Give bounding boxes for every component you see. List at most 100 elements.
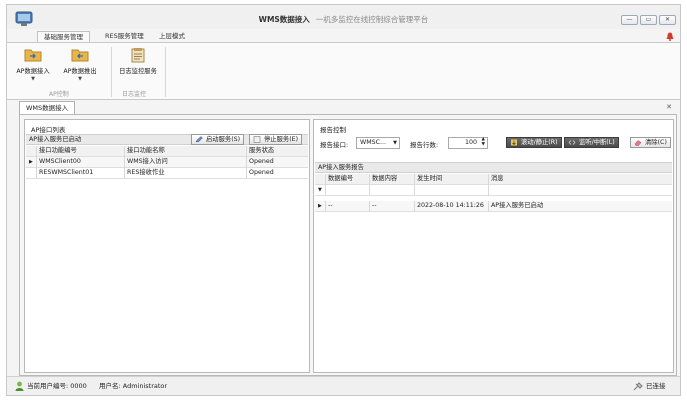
listen-interrupt-button[interactable]: 监听/中断(L): [564, 137, 619, 148]
folder-export-icon: [71, 49, 89, 62]
menu-tab-res-service[interactable]: RES服务管理: [99, 31, 150, 42]
column-divider: [369, 185, 370, 196]
column-divider: [124, 168, 125, 179]
stop-service-label: 停止服务(E): [264, 136, 299, 143]
cell-name: WMS接入访问: [127, 158, 168, 165]
ap-data-import-label: AP数据接入: [16, 68, 50, 75]
report-control-title: 报告控制: [320, 126, 346, 134]
stop-icon: [253, 136, 261, 143]
column-divider: [488, 185, 489, 196]
table-header: 数据编号 数据内容 发生时间 消息: [315, 174, 672, 185]
row-indicator-icon: ▶: [318, 203, 322, 209]
report-rows-value: 100: [464, 139, 477, 146]
scroll-pause-button[interactable]: 滚动/静止(R): [506, 137, 562, 148]
cell-number: --: [328, 202, 333, 209]
filter-row[interactable]: ▼: [315, 185, 672, 196]
column-header-status[interactable]: 服务状态: [249, 146, 274, 156]
cell-id: RESWMSClient01: [39, 169, 94, 176]
alarm-bell-icon[interactable]: [666, 32, 674, 41]
user-icon: [15, 381, 24, 391]
listen-icon: [568, 140, 576, 145]
window-subtitle: 一机多监控在线控制综合管理平台: [315, 15, 429, 24]
tab-wms-data-import[interactable]: WMS数据接入: [19, 101, 76, 114]
report-interface-select[interactable]: WMSC... ▼: [356, 137, 400, 149]
column-divider: [246, 168, 247, 179]
window-title: WMS数据接入 一机多监控在线控制综合管理平台: [7, 14, 680, 25]
group-divider: [165, 47, 166, 97]
report-rows-label: 报告行数:: [410, 141, 439, 149]
column-header-number[interactable]: 数据编号: [328, 174, 353, 184]
maximize-button[interactable]: ▭: [640, 15, 657, 25]
menu-tab-upper-mode[interactable]: 上层模式: [153, 31, 191, 42]
ribbon-toolbar: AP数据接入 ▼ AP数据推出 ▼ 日志监控服务 AP控制 日志监控: [7, 42, 680, 100]
close-window-button[interactable]: ✕: [659, 15, 676, 25]
table-row[interactable]: RESWMSClient01 RES接收作业 Opened: [26, 168, 308, 179]
ribbon-group-ap-control: AP控制: [49, 91, 69, 98]
close-tab-icon[interactable]: ✕: [666, 103, 672, 111]
filter-icon: ▼: [318, 187, 322, 193]
report-control-panel: 报告控制 报告接口: WMSC... ▼ 报告行数: 100 ▲ ▼ 滚动/静止(…: [313, 119, 674, 373]
ap-data-import-button[interactable]: AP数据接入 ▼: [13, 47, 53, 82]
window-title-text: WMS数据接入: [258, 15, 310, 24]
column-header-name[interactable]: 接口功能名称: [127, 146, 165, 156]
log-monitor-service-button[interactable]: 日志监控服务: [115, 47, 161, 75]
cell-name: RES接收作业: [127, 169, 165, 176]
title-bar: WMS数据接入 一机多监控在线控制综合管理平台 — ▭ ✕: [7, 5, 680, 29]
report-rows-stepper[interactable]: 100 ▲ ▼: [448, 137, 488, 149]
connection-status: 已连接: [646, 382, 666, 390]
scroll-icon: [511, 139, 517, 146]
spin-arrows-icon[interactable]: ▲ ▼: [482, 137, 485, 147]
column-divider: [124, 157, 125, 168]
table-row[interactable]: ▶ WMSClient00 WMS接入访问 Opened: [26, 157, 308, 168]
column-divider: [246, 157, 247, 168]
clear-button[interactable]: 清除(C): [630, 137, 671, 148]
ap-data-export-button[interactable]: AP数据推出 ▼: [59, 47, 101, 82]
cell-message: AP接入服务已启动: [491, 202, 544, 209]
report-list-title-bar: AP接入服务报告: [315, 162, 672, 173]
log-monitor-service-label: 日志监控服务: [119, 68, 157, 75]
clear-label: 清除(C): [645, 139, 667, 146]
cell-status: Opened: [249, 169, 274, 176]
column-divider: [246, 146, 247, 157]
column-header-message[interactable]: 消息: [491, 174, 504, 184]
column-header-time[interactable]: 发生时间: [417, 174, 442, 184]
start-service-button[interactable]: 启动服务(S): [191, 134, 245, 145]
column-header-id[interactable]: 接口功能编号: [39, 146, 77, 156]
report-interface-value: WMSC...: [360, 139, 387, 146]
column-divider: [36, 157, 37, 168]
chevron-down-icon: ▼: [78, 76, 82, 82]
application-window: WMS数据接入 一机多监控在线控制综合管理平台 — ▭ ✕ 基础服务管理 RES服…: [6, 4, 681, 396]
cell-time: 2022-08-10 14:11:26: [417, 202, 484, 209]
status-bar: 当前用户编号: 0000 用户名: Administrator 已连接: [7, 376, 680, 395]
column-divider: [488, 174, 489, 185]
log-monitor-icon: [131, 48, 145, 63]
chevron-down-icon: ▼: [393, 140, 397, 146]
table-row[interactable]: ▶ -- -- 2022-08-10 14:11:26 AP接入服务已启动: [315, 201, 672, 212]
column-divider: [488, 201, 489, 212]
minimize-button[interactable]: —: [621, 15, 638, 25]
column-divider: [369, 174, 370, 185]
column-divider: [325, 185, 326, 196]
scroll-pause-label: 滚动/静止(R): [521, 139, 558, 146]
menu-bar: 基础服务管理 RES服务管理 上层模式: [7, 30, 680, 42]
report-list-title: AP接入服务报告: [318, 164, 364, 171]
column-divider: [325, 174, 326, 185]
document-area: AP接口列表 AP接入服务已启动 启动服务(S) 停止服务(E) 接口功能编号 …: [19, 114, 677, 376]
ap-data-export-label: AP数据推出: [63, 68, 97, 75]
stop-service-button[interactable]: 停止服务(E): [249, 134, 303, 145]
cell-id: WMSClient00: [39, 158, 81, 165]
column-divider: [36, 146, 37, 157]
menu-tab-basic-service[interactable]: 基础服务管理: [37, 31, 90, 42]
column-header-content[interactable]: 数据内容: [372, 174, 397, 184]
cell-status: Opened: [249, 158, 274, 165]
report-interface-label: 报告接口:: [320, 141, 349, 149]
folder-import-icon: [24, 49, 42, 62]
column-divider: [414, 185, 415, 196]
chevron-down-icon: ▼: [31, 76, 35, 82]
group-divider: [111, 47, 112, 97]
connection-icon: [633, 382, 643, 391]
ribbon-group-log-monitor: 日志监控: [122, 91, 147, 98]
listen-interrupt-label: 监听/中断(L): [579, 139, 615, 146]
ap-service-status-text: AP接入服务已启动: [29, 136, 82, 143]
current-user-name: 用户名: Administrator: [99, 382, 168, 390]
